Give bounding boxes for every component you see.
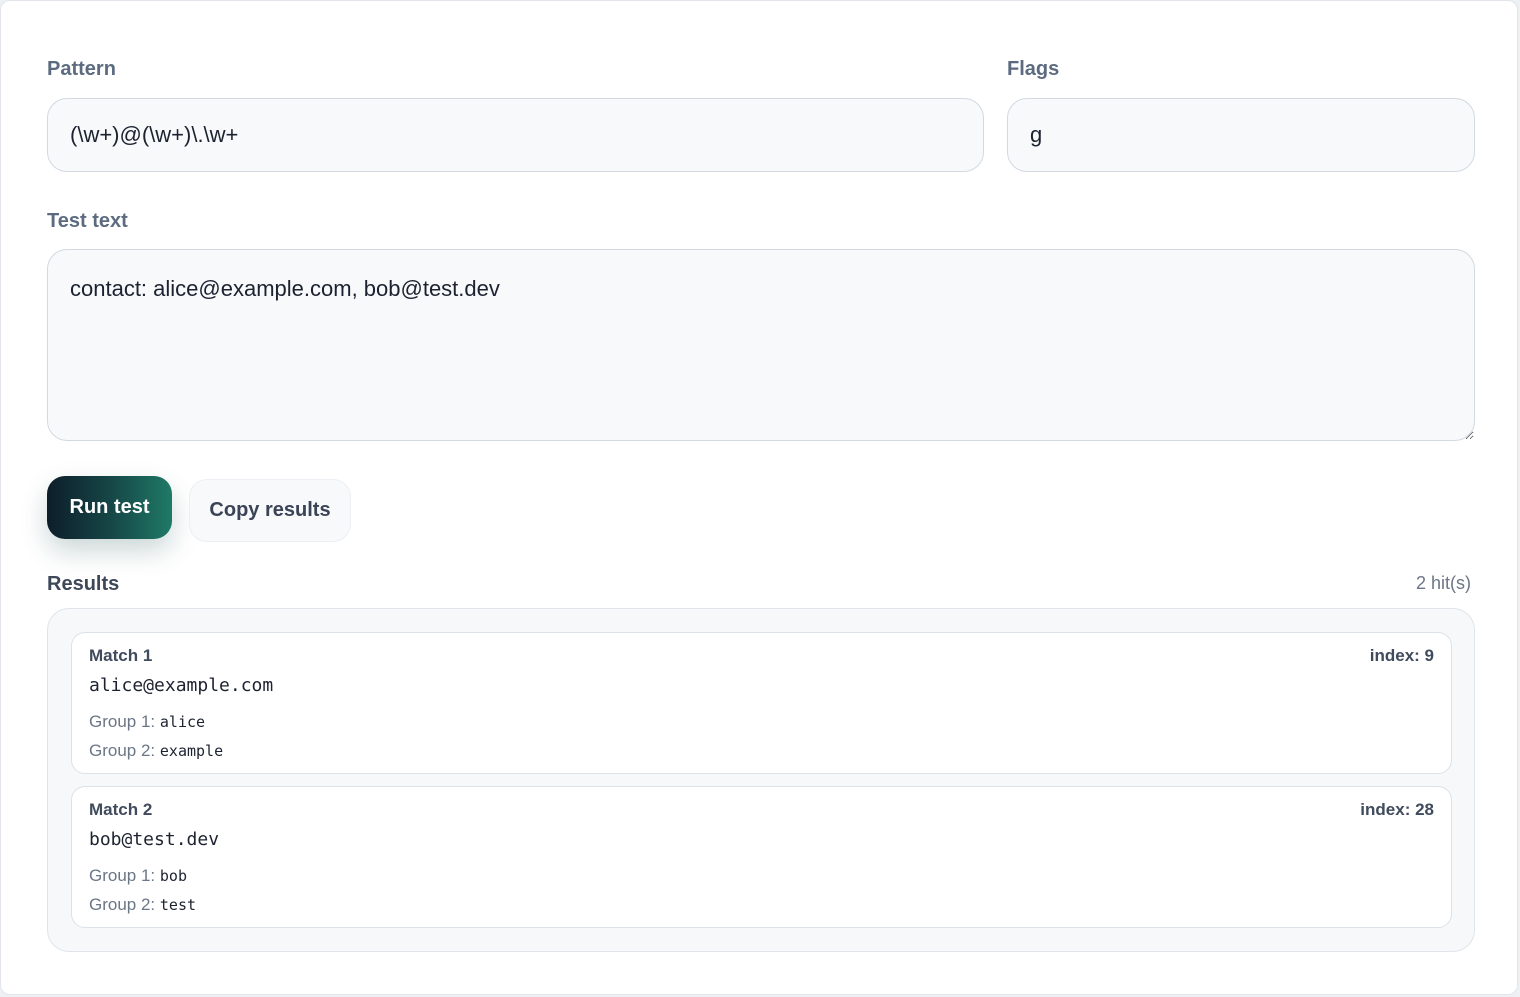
match-card: Match 2 index: 28 bob@test.dev Group 1: … <box>71 786 1452 928</box>
group-line: Group 2: test <box>89 895 196 915</box>
group-line: Group 1: bob <box>89 866 187 886</box>
copy-results-button[interactable]: Copy results <box>189 479 351 542</box>
group-label: Group 2: <box>89 895 156 914</box>
regex-tester-card: Pattern Flags Test text contact: alice@e… <box>0 0 1518 995</box>
test-text-label: Test text <box>47 210 128 232</box>
match-index: index: 28 <box>1360 800 1434 819</box>
group-value: alice <box>159 713 206 731</box>
results-panel: Match 1 index: 9 alice@example.com Group… <box>47 608 1475 952</box>
match-card: Match 1 index: 9 alice@example.com Group… <box>71 632 1452 774</box>
group-label: Group 2: <box>89 741 156 760</box>
flags-input[interactable] <box>1007 98 1475 172</box>
group-line: Group 2: example <box>89 741 223 761</box>
pattern-input[interactable] <box>47 98 984 172</box>
test-text-input[interactable]: contact: alice@example.com, bob@test.dev <box>47 249 1475 441</box>
group-line: Group 1: alice <box>89 712 205 732</box>
match-value: bob@test.dev <box>89 829 220 850</box>
match-value: alice@example.com <box>89 675 274 696</box>
group-value: example <box>159 742 224 760</box>
match-title: Match 2 <box>89 800 153 819</box>
group-label: Group 1: <box>89 712 156 731</box>
group-value: test <box>159 896 197 914</box>
results-heading: Results <box>47 573 120 595</box>
flags-label: Flags <box>1007 58 1060 80</box>
pattern-label: Pattern <box>47 58 116 80</box>
run-test-button[interactable]: Run test <box>47 476 172 539</box>
group-label: Group 1: <box>89 866 156 885</box>
hits-count: 2 hit(s) <box>1415 573 1471 593</box>
match-title: Match 1 <box>89 646 153 665</box>
group-value: bob <box>159 867 187 885</box>
match-index: index: 9 <box>1369 646 1434 665</box>
